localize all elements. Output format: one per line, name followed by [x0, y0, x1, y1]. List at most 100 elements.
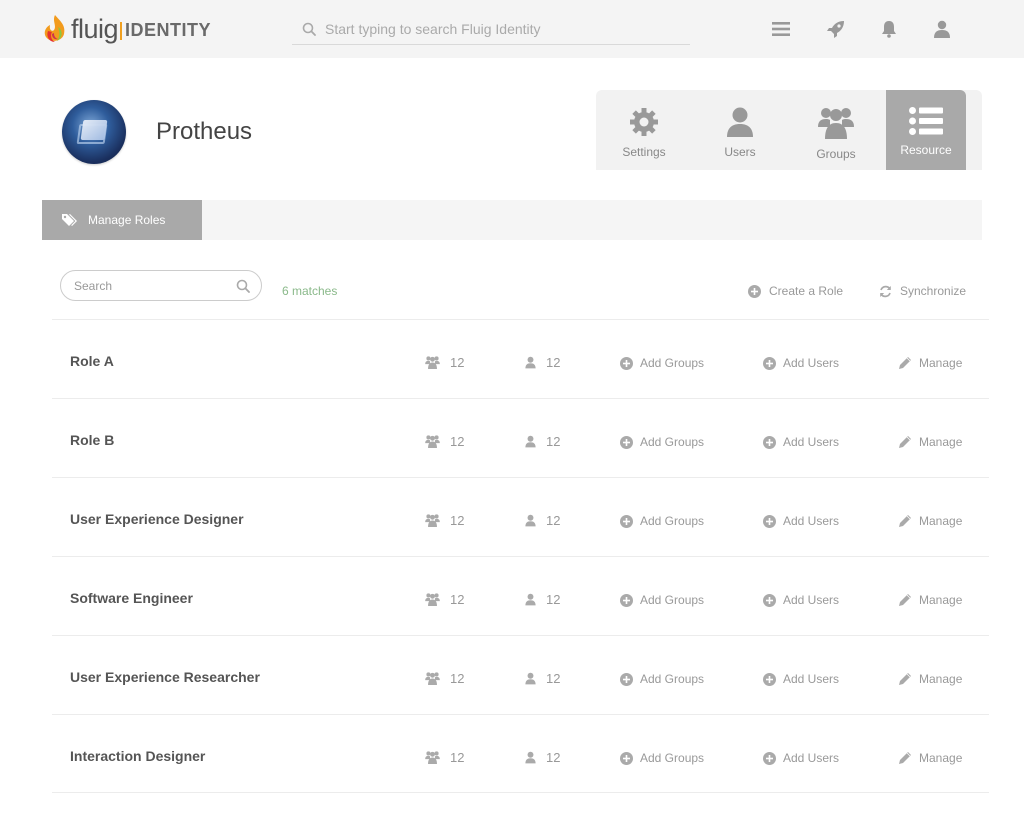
user-icon: [525, 356, 536, 369]
user-icon: [727, 107, 753, 137]
tag-icon: [62, 214, 77, 226]
role-name[interactable]: Role B: [70, 432, 114, 448]
add-users-button[interactable]: Add Users: [763, 672, 839, 686]
plus-circle-icon: [620, 672, 633, 686]
fluig-identity-logo[interactable]: fluig IDENTITY: [42, 12, 211, 46]
role-name[interactable]: Software Engineer: [70, 590, 193, 606]
add-groups-button[interactable]: Add Groups: [620, 751, 704, 765]
user-icon: [525, 672, 536, 685]
global-search-input[interactable]: [325, 21, 685, 37]
tab-groups[interactable]: Groups: [788, 90, 884, 170]
user-count: 12: [525, 750, 560, 765]
role-row: User Experience Researcher 12 12 Add Gro…: [52, 635, 989, 714]
role-name[interactable]: Role A: [70, 353, 114, 369]
group-count: 12: [425, 671, 464, 686]
tab-settings[interactable]: Settings: [596, 90, 692, 170]
synchronize-label: Synchronize: [900, 284, 967, 298]
app-nav-tabs: Settings Users Groups Resource: [596, 90, 982, 170]
manage-button[interactable]: Manage: [898, 593, 962, 607]
add-groups-button[interactable]: Add Groups: [620, 672, 704, 686]
global-search: [292, 14, 690, 45]
add-users-button[interactable]: Add Users: [763, 593, 839, 607]
manage-button[interactable]: Manage: [898, 514, 962, 528]
add-users-button[interactable]: Add Users: [763, 514, 839, 528]
search-icon: [302, 22, 316, 36]
group-count-value: 12: [450, 434, 465, 449]
groups-icon: [425, 435, 440, 448]
groups-icon: [425, 514, 440, 527]
create-role-button[interactable]: Create a Role: [748, 284, 843, 298]
tab-users[interactable]: Users: [692, 90, 788, 170]
tab-users-label: Users: [724, 145, 756, 159]
manage-label: Manage: [919, 514, 963, 528]
add-groups-button[interactable]: Add Groups: [620, 356, 704, 370]
user-count-value: 12: [546, 750, 561, 765]
role-row: User Experience Designer 12 12 Add Group…: [52, 477, 989, 556]
group-count: 12: [425, 434, 464, 449]
match-count: 6 matches: [282, 284, 338, 298]
add-groups-button[interactable]: Add Groups: [620, 514, 704, 528]
plus-circle-icon: [763, 435, 776, 449]
bell-icon[interactable]: [878, 18, 900, 40]
add-users-label: Add Users: [783, 593, 840, 607]
add-groups-label: Add Groups: [640, 672, 705, 686]
add-users-button[interactable]: Add Users: [763, 356, 839, 370]
add-users-label: Add Users: [783, 514, 840, 528]
tab-resource[interactable]: Resource: [886, 90, 966, 170]
add-users-button[interactable]: Add Users: [763, 751, 839, 765]
plus-circle-icon: [620, 751, 633, 765]
pencil-icon: [899, 594, 911, 606]
fluig-flame-icon: [42, 13, 68, 45]
plus-circle-icon: [620, 514, 633, 528]
refresh-icon: [880, 285, 891, 297]
role-search-input[interactable]: [74, 278, 224, 293]
brand-product: IDENTITY: [125, 20, 212, 40]
role-name[interactable]: Interaction Designer: [70, 748, 205, 764]
user-count-value: 12: [546, 513, 561, 528]
list-icon: [909, 107, 943, 135]
plus-circle-icon: [763, 356, 776, 370]
search-icon[interactable]: [236, 279, 250, 293]
manage-button[interactable]: Manage: [898, 751, 962, 765]
user-count: 12: [525, 671, 560, 686]
add-groups-button[interactable]: Add Groups: [620, 435, 704, 449]
synchronize-button[interactable]: Synchronize: [879, 284, 966, 298]
add-groups-label: Add Groups: [640, 356, 705, 370]
user-icon[interactable]: [931, 18, 953, 40]
rocket-icon[interactable]: [825, 18, 847, 40]
gear-icon: [630, 108, 658, 136]
manage-button[interactable]: Manage: [898, 356, 962, 370]
create-role-label: Create a Role: [769, 284, 844, 298]
plus-circle-icon: [763, 672, 776, 686]
manage-button[interactable]: Manage: [898, 672, 962, 686]
manage-button[interactable]: Manage: [898, 435, 962, 449]
add-users-button[interactable]: Add Users: [763, 435, 839, 449]
groups-icon: [425, 593, 440, 606]
group-count: 12: [425, 355, 464, 370]
top-bar: fluig IDENTITY: [0, 0, 1024, 58]
roles-list: Role A 12 12 Add Groups Add Users Manage…: [52, 319, 989, 793]
user-icon: [525, 435, 536, 448]
menu-icon[interactable]: [770, 18, 792, 40]
user-count: 12: [525, 513, 560, 528]
app-title: Protheus: [156, 118, 253, 145]
role-row: Software Engineer 12 12 Add Groups Add U…: [52, 556, 989, 635]
groups-icon: [425, 751, 440, 764]
tab-manage-roles[interactable]: Manage Roles: [42, 200, 202, 240]
plus-circle-icon: [748, 284, 761, 298]
tab-groups-label: Groups: [816, 147, 856, 161]
add-groups-button[interactable]: Add Groups: [620, 593, 704, 607]
add-users-label: Add Users: [783, 751, 840, 765]
pencil-icon: [899, 673, 911, 685]
user-count-value: 12: [546, 434, 561, 449]
group-count: 12: [425, 750, 464, 765]
user-count-value: 12: [546, 671, 561, 686]
brand-word: fluig: [71, 13, 119, 44]
groups-icon: [425, 672, 440, 685]
add-groups-label: Add Groups: [640, 751, 705, 765]
role-name[interactable]: User Experience Researcher: [70, 669, 260, 685]
manage-label: Manage: [919, 593, 963, 607]
tab-settings-label: Settings: [622, 145, 666, 159]
add-users-label: Add Users: [783, 435, 840, 449]
role-name[interactable]: User Experience Designer: [70, 511, 244, 527]
